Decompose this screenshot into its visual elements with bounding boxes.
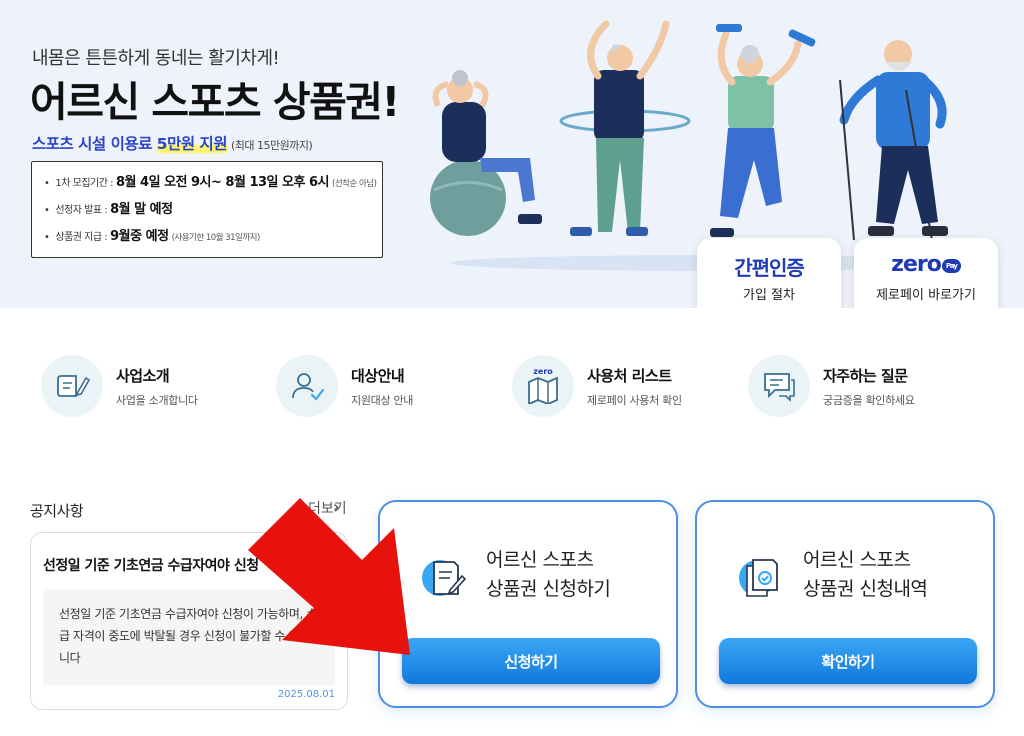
menu-title: 사업소개 [116, 366, 170, 385]
menu-desc: 제로페이 사용처 확인 [587, 393, 682, 407]
info-value: 8월 말 예정 [110, 202, 173, 217]
menu-store-list[interactable]: zero 사용처 리스트 제로페이 사용처 확인 [512, 355, 722, 417]
history-card: 어르신 스포츠 상품권 신청내역 확인하기 [695, 500, 995, 708]
book-edit-icon [41, 355, 103, 417]
menu-title: 대상안내 [351, 366, 405, 385]
menu-business-intro[interactable]: 사업소개 사업을 소개합니다 [41, 355, 251, 417]
info-note: (사용기한 10월 31일까지) [171, 233, 261, 243]
hero-subtitle: 내몸은 튼튼하게 동네는 활기차게! [32, 48, 280, 69]
info-value: 9월중 예정 [110, 229, 169, 244]
info-row: • 선정자 발표 : 8월 말 예정 [44, 198, 370, 225]
menu-desc: 사업을 소개합니다 [116, 393, 198, 407]
map-icon-label: zero [533, 367, 553, 376]
info-label: 선정자 발표 : [55, 205, 108, 216]
info-value: 8월 4일 오전 9시~ 8월 13일 오후 6시 [116, 175, 330, 190]
menu-title: 자주하는 질문 [823, 366, 908, 385]
signup-process-label: 가입 절차 [743, 288, 795, 303]
zeropay-link-label: 제로페이 바로가기 [876, 288, 976, 303]
chat-bubble-icon [748, 355, 810, 417]
easy-auth-label: 간편인증 [734, 256, 805, 280]
red-pointer-arrow-icon [248, 498, 410, 655]
hero-support-text: 스포츠 시설 이용료 5만원 지원 (최대 15만원까지) [32, 132, 313, 154]
apply-title-line1: 어르신 스포츠 [486, 549, 594, 571]
apply-document-icon [422, 560, 467, 596]
info-label: 1차 모집기간 : [55, 178, 113, 189]
pay-badge: Pay [941, 258, 961, 273]
info-note: (선착순 아님) [332, 179, 377, 189]
history-card-title: 어르신 스포츠 상품권 신청내역 [803, 546, 928, 604]
info-label: 상품권 지급 : [55, 232, 108, 243]
support-prefix: 스포츠 시설 이용료 [32, 135, 157, 153]
notice-heading: 공지사항 [30, 502, 84, 520]
support-note: (최대 15만원까지) [231, 139, 313, 152]
zeropay-logo-text: zero [891, 252, 942, 277]
zeropay-logo: zero Pay [854, 252, 998, 278]
apply-title-line2: 상품권 신청하기 [486, 578, 611, 600]
menu-title: 사용처 리스트 [587, 366, 672, 385]
menu-text: 사업소개 사업을 소개합니다 [116, 365, 198, 408]
menu-desc: 지원대상 안내 [351, 393, 414, 407]
hero-title: 어르신 스포츠 상품권! [30, 78, 400, 126]
schedule-info-box: • 1차 모집기간 : 8월 4일 오전 9시~ 8월 13일 오후 6시 (선… [31, 161, 383, 258]
menu-desc: 궁금증을 확인하세요 [823, 393, 915, 407]
easy-auth-shortcut[interactable]: 간편인증 가입 절차 [697, 238, 841, 308]
menu-target-guide[interactable]: 대상안내 지원대상 안내 [276, 355, 486, 417]
notice-date: 2025.08.01 [277, 689, 335, 700]
menu-text: 사용처 리스트 제로페이 사용처 확인 [587, 365, 682, 408]
check-history-button[interactable]: 확인하기 [719, 638, 977, 684]
history-title-line2: 상품권 신청내역 [803, 578, 928, 600]
support-highlight: 5만원 지원 [156, 135, 228, 153]
history-title-line1: 어르신 스포츠 [803, 549, 911, 571]
apply-card-title: 어르신 스포츠 상품권 신청하기 [486, 546, 611, 604]
apply-card: 어르신 스포츠 상품권 신청하기 신청하기 [378, 500, 678, 708]
menu-faq[interactable]: 자주하는 질문 궁금증을 확인하세요 [748, 355, 958, 417]
zeropay-shortcut[interactable]: zero Pay 제로페이 바로가기 [854, 238, 998, 308]
menu-text: 자주하는 질문 궁금증을 확인하세요 [823, 365, 915, 408]
bullet: • [44, 178, 50, 189]
bullet: • [44, 205, 50, 216]
info-row: • 1차 모집기간 : 8월 4일 오전 9시~ 8월 13일 오후 6시 (선… [44, 171, 377, 198]
bullet: • [44, 232, 50, 243]
history-document-icon [739, 559, 778, 597]
info-row: • 상품권 지급 : 9월중 예정 (사용기한 10월 31일까지) [44, 225, 370, 252]
map-icon: zero [512, 355, 574, 417]
hero-banner: 내몸은 튼튼하게 동네는 활기차게! 어르신 스포츠 상품권! 스포츠 시설 이… [0, 0, 1024, 308]
user-check-icon [276, 355, 338, 417]
apply-button[interactable]: 신청하기 [402, 638, 660, 684]
menu-text: 대상안내 지원대상 안내 [351, 365, 413, 408]
